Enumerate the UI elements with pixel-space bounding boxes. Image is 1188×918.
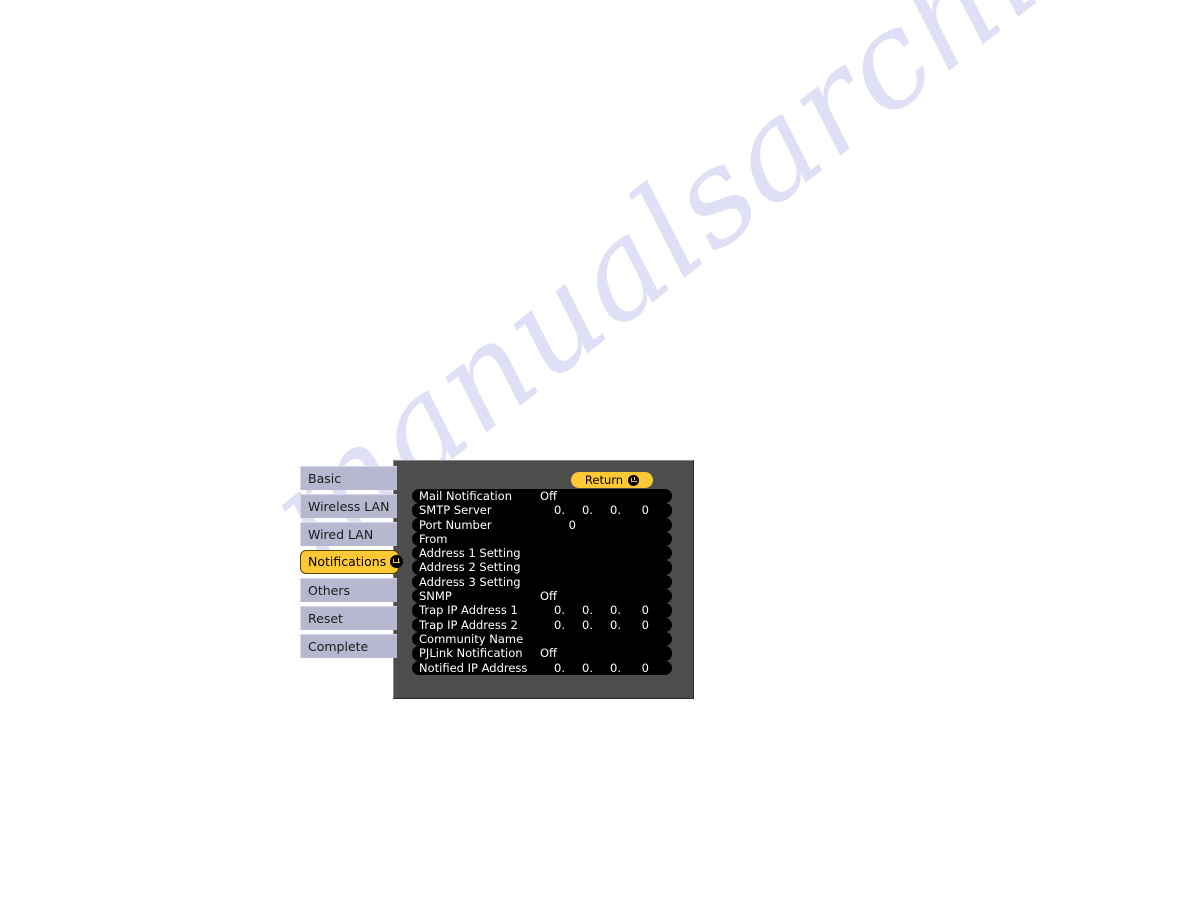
menu-tab-label: Reset bbox=[308, 611, 343, 626]
menu-tab-label: Others bbox=[308, 583, 351, 598]
settings-item-octet: 0 bbox=[641, 503, 649, 518]
menu-tab-column: Basic Wireless LAN Wired LAN Notifications O… bbox=[300, 466, 404, 662]
menu-tab-notifications[interactable]: Notifications bbox=[300, 550, 404, 574]
settings-item-row[interactable]: Community Name bbox=[412, 631, 672, 647]
return-button-label: Return bbox=[584, 473, 624, 487]
settings-item-octet: 0. bbox=[554, 503, 565, 518]
menu-tab-label: Basic bbox=[308, 471, 342, 486]
settings-panel: Return Mail Notification Off SMTP Server 0.… bbox=[393, 460, 694, 699]
settings-item-row[interactable]: Address 1 Setting bbox=[412, 546, 672, 561]
settings-item-row[interactable]: Notified IP Address 0. 0. 0. 0 bbox=[412, 660, 672, 675]
settings-item-row[interactable]: SNMP Off bbox=[412, 589, 672, 604]
settings-item-octet: 0. bbox=[554, 603, 565, 618]
settings-item-value: Off bbox=[540, 489, 557, 503]
settings-item-label: SNMP bbox=[419, 589, 452, 604]
settings-item-label: Address 3 Setting bbox=[419, 574, 521, 589]
settings-item-octet: 0 bbox=[641, 660, 649, 675]
settings-item-row[interactable]: Address 3 Setting bbox=[412, 574, 672, 590]
page-watermark: manualsarchive.com bbox=[0, 0, 1188, 918]
settings-item-list: Mail Notification Off SMTP Server 0. 0. 0. 0 Po… bbox=[412, 489, 672, 675]
settings-item-label: Notified IP Address bbox=[419, 660, 528, 675]
settings-item-label: Trap IP Address 2 bbox=[419, 617, 518, 632]
menu-tab-label: Wired LAN bbox=[308, 527, 374, 542]
settings-item-row[interactable]: Trap IP Address 1 0. 0. 0. 0 bbox=[412, 603, 672, 618]
enter-icon bbox=[628, 474, 640, 486]
return-button[interactable]: Return bbox=[571, 472, 653, 488]
settings-item-octet: 0 bbox=[641, 603, 649, 618]
enter-icon bbox=[390, 555, 404, 568]
settings-item-label: Address 1 Setting bbox=[419, 546, 521, 561]
settings-item-octet: 0. bbox=[582, 603, 593, 618]
settings-item-row[interactable]: PJLink Notification Off bbox=[412, 646, 672, 661]
menu-tab-wired-lan[interactable]: Wired LAN bbox=[300, 522, 397, 546]
menu-tab-label: Notifications bbox=[308, 554, 387, 569]
menu-tab-label: Complete bbox=[308, 639, 369, 654]
settings-item-row[interactable]: From bbox=[412, 531, 672, 547]
settings-item-row[interactable]: SMTP Server 0. 0. 0. 0 bbox=[412, 503, 672, 518]
settings-item-octet: 0. bbox=[582, 617, 593, 632]
settings-item-octet: 0. bbox=[610, 660, 621, 675]
settings-item-label: SMTP Server bbox=[419, 503, 492, 518]
menu-tab-reset[interactable]: Reset bbox=[300, 606, 397, 630]
projector-network-menu: Return Mail Notification Off SMTP Server 0.… bbox=[300, 460, 696, 702]
settings-item-row[interactable]: Port Number 0 bbox=[412, 517, 672, 532]
settings-item-octet: 0. bbox=[554, 660, 565, 675]
settings-item-label: Trap IP Address 1 bbox=[419, 603, 518, 618]
settings-item-value: Off bbox=[540, 646, 557, 661]
settings-item-octet: 0. bbox=[554, 617, 565, 632]
settings-item-label: Community Name bbox=[419, 631, 524, 646]
settings-item-label: From bbox=[419, 531, 448, 546]
menu-tab-label: Wireless LAN bbox=[308, 499, 390, 514]
settings-item-octet: 0. bbox=[582, 660, 593, 675]
menu-tab-wireless-lan[interactable]: Wireless LAN bbox=[300, 494, 397, 518]
settings-item-value: Off bbox=[540, 589, 557, 604]
settings-item-octet: 0. bbox=[582, 503, 593, 518]
menu-tab-basic[interactable]: Basic bbox=[300, 466, 397, 490]
settings-item-row[interactable]: Mail Notification Off bbox=[412, 489, 672, 504]
settings-item-label: PJLink Notification bbox=[419, 646, 523, 661]
menu-tab-others[interactable]: Others bbox=[300, 578, 397, 602]
settings-item-octet: 0. bbox=[610, 503, 621, 518]
settings-item-row[interactable]: Trap IP Address 2 0. 0. 0. 0 bbox=[412, 617, 672, 632]
settings-item-octet: 0 bbox=[641, 617, 649, 632]
menu-tab-complete[interactable]: Complete bbox=[300, 634, 397, 658]
settings-item-row[interactable]: Address 2 Setting bbox=[412, 560, 672, 575]
settings-item-label: Port Number bbox=[419, 517, 492, 532]
settings-item-octet: 0. bbox=[610, 617, 621, 632]
settings-item-label: Mail Notification bbox=[419, 489, 512, 503]
settings-item-octet: 0. bbox=[610, 603, 621, 618]
settings-item-label: Address 2 Setting bbox=[419, 560, 521, 575]
settings-item-value: 0 bbox=[568, 517, 576, 532]
